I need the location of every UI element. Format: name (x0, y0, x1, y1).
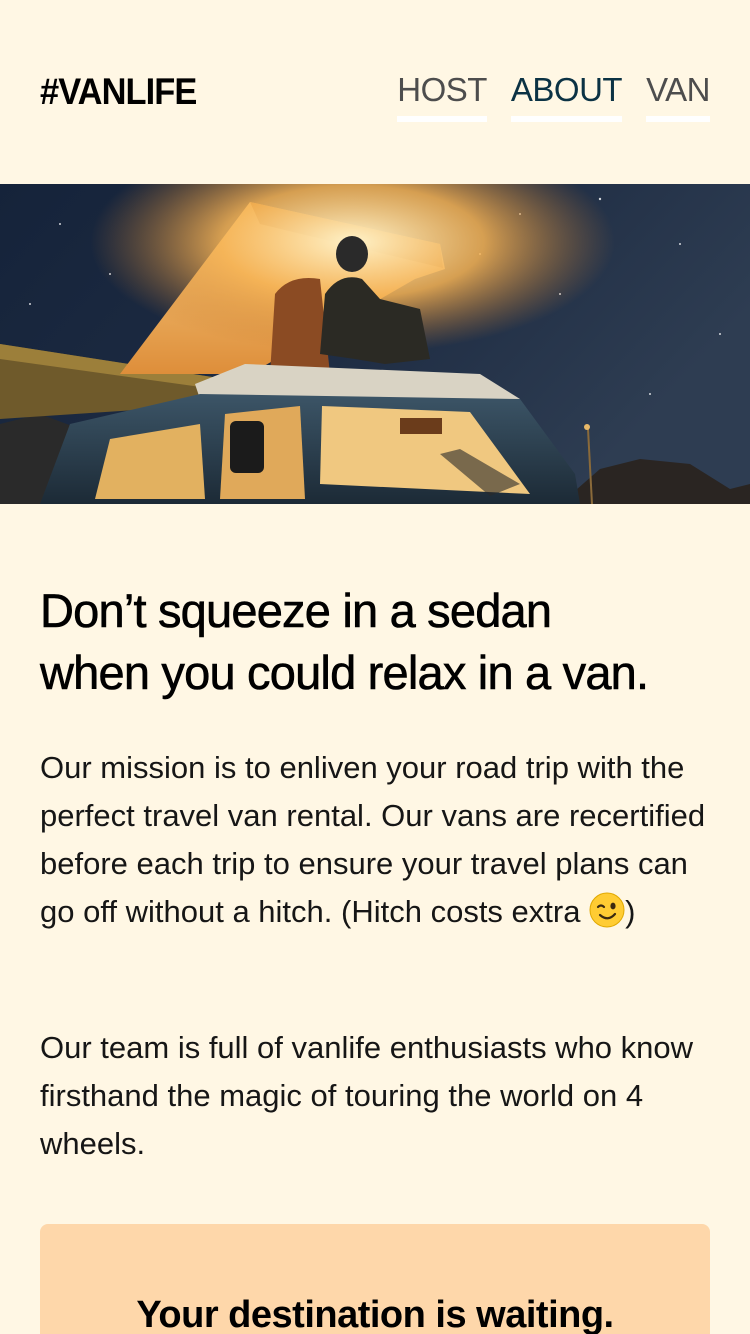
page-title: Don’t squeeze in a sedan when you could … (40, 580, 710, 704)
mission-text-end: ) (625, 894, 636, 929)
winking-face-icon (589, 892, 625, 928)
hero-image (0, 184, 750, 504)
cta-banner: Your destination is waiting. (40, 1224, 710, 1334)
main-nav: HOST ABOUT VAN (397, 68, 710, 122)
nav-link-host[interactable]: HOST (397, 68, 487, 122)
cta-title: Your destination is waiting. (136, 1294, 614, 1334)
headline-line-1: Don’t squeeze in a sedan (40, 584, 553, 638)
mission-paragraph: Our mission is to enliven your road trip… (40, 744, 710, 936)
nav-link-about[interactable]: ABOUT (510, 68, 623, 122)
about-page: #VANLIFE HOST ABOUT VAN Don’t squeeze in… (0, 0, 750, 1334)
headline-line-2: when you could relax in a van. (40, 646, 650, 700)
team-paragraph: Our team is full of vanlife enthusiasts … (40, 1030, 694, 1161)
logo[interactable]: #VANLIFE (40, 68, 197, 116)
nav-link-van[interactable]: VAN (646, 68, 710, 122)
site-header: #VANLIFE HOST ABOUT VAN (0, 0, 750, 184)
about-content: Don’t squeeze in a sedan when you could … (40, 580, 710, 1161)
van-at-night-photo (0, 184, 750, 504)
